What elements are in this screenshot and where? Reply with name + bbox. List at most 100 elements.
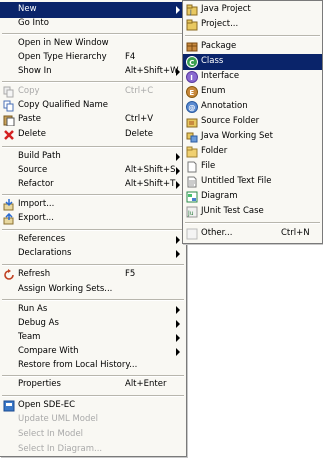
menu-item-export[interactable]: Export... [0,211,186,227]
menu-item-select-in-model[interactable]: Select In Model [0,427,186,443]
submenu-item-java-project[interactable]: J Java Project [183,2,322,18]
enum-icon: E [186,86,198,98]
java-project-icon: J [186,4,198,16]
menu-item-declarations[interactable]: Declarations [0,246,186,262]
sde-icon [3,400,15,412]
menu-item-label: Diagram [201,191,238,201]
submenu-arrow-icon [176,306,180,314]
submenu-item-package[interactable]: Package [183,39,322,55]
shortcut-label: Ctrl+C [125,86,154,96]
menu-item-label: Interface [201,71,240,81]
menu-separator [2,229,184,231]
menu-item-go-into[interactable]: Go Into [0,16,186,32]
menu-item-label: Assign Working Sets... [18,284,113,294]
menu-item-label: Properties [18,379,61,389]
menu-item-label: Open in New Window [18,38,109,48]
menu-item-select-in-diagram[interactable]: Select In Diagram... [0,442,186,458]
svg-text:J: J [189,9,192,16]
menu-item-label: References [18,234,66,244]
menu-item-label: Restore from Local History... [18,360,138,370]
menu-item-label: Untitled Text File [201,176,272,186]
menu-item-label: Other... [201,228,233,238]
menu-item-label: Paste [18,114,41,124]
menu-item-show-in[interactable]: Show In Alt+Shift+W [0,64,186,80]
submenu-item-interface[interactable]: I Interface [183,69,322,85]
shortcut-label: Alt+Enter [125,379,167,389]
menu-item-label: Class [201,56,224,66]
menu-item-assign-working-sets[interactable]: Assign Working Sets... [0,282,186,298]
menu-item-label: Delete [18,129,46,139]
menu-item-paste[interactable]: Paste Ctrl+V [0,112,186,128]
menu-item-label: Package [201,41,237,51]
submenu-item-enum[interactable]: E Enum [183,84,322,100]
menu-separator [2,81,184,83]
copy-icon [3,86,15,98]
menu-item-label: Source [18,165,48,175]
menu-item-label: JUnit Test Case [201,206,264,216]
submenu-arrow-icon [176,236,180,244]
menu-item-label: Refresh [18,269,51,279]
menu-separator [185,35,320,37]
menu-item-label: Java Working Set [201,131,273,141]
junit-icon: Ju [186,206,198,218]
export-icon [3,212,15,225]
menu-separator [2,194,184,196]
menu-item-label: Copy [18,86,40,96]
shortcut-label: Alt+Shift+W [125,66,179,76]
submenu-item-untitled-text-file[interactable]: Untitled Text File [183,174,322,190]
submenu-item-junit-test-case[interactable]: Ju JUnit Test Case [183,204,322,220]
svg-text:E: E [189,89,194,97]
menu-item-label: Refactor [18,179,54,189]
submenu-item-other[interactable]: Other... Ctrl+N [183,226,322,242]
submenu-item-java-working-set[interactable]: Java Working Set [183,129,322,145]
menu-item-label: Team [18,332,41,342]
menu-separator [2,146,184,148]
submenu-item-folder[interactable]: Folder [183,144,322,160]
menu-item-label: Java Project [201,4,251,14]
submenu-item-source-folder[interactable]: Source Folder [183,114,322,130]
submenu-item-project[interactable]: Project... [183,17,322,33]
submenu-item-class[interactable]: C Class [183,54,322,70]
svg-text:Ju: Ju [187,210,194,217]
interface-icon: I [186,71,198,83]
menu-item-delete[interactable]: Delete Delete [0,127,186,143]
context-menu: New Go Into Open in New Window Open Type… [0,0,187,457]
menu-separator [185,222,320,224]
class-icon: C [186,56,198,68]
submenu-arrow-icon [176,334,180,342]
menu-item-label: Compare With [18,346,79,356]
menu-item-refactor[interactable]: Refactor Alt+Shift+T [0,177,186,193]
menu-item-label: Annotation [201,101,248,111]
submenu-arrow-icon [176,250,180,258]
menu-item-label: Folder [201,146,228,156]
menu-item-restore-local-history[interactable]: Restore from Local History... [0,358,186,374]
menu-item-update-uml-model[interactable]: Update UML Model [0,412,186,428]
submenu-item-diagram[interactable]: Diagram [183,189,322,205]
menu-item-properties[interactable]: Properties Alt+Enter [0,377,186,393]
submenu-arrow-icon [176,320,180,328]
submenu-arrow-icon [176,167,180,175]
menu-item-label: Declarations [18,248,72,258]
submenu-item-file[interactable]: File [183,159,322,175]
copy-icon [3,100,15,112]
shortcut-label: Delete [125,129,153,139]
svg-text:C: C [189,59,194,67]
menu-item-label: Build Path [18,151,61,161]
menu-separator [2,264,184,266]
shortcut-label: Alt+Shift+S [125,165,176,175]
menu-item-refresh[interactable]: Refresh F5 [0,267,186,283]
menu-item-label: Open SDE-EC [18,400,76,410]
new-submenu: J Java Project Project... Package C Clas… [182,0,323,244]
menu-item-label: Debug As [18,318,59,328]
menu-item-label: Select In Diagram... [18,444,103,454]
submenu-arrow-icon [176,348,180,356]
submenu-item-annotation[interactable]: @ Annotation [183,99,322,115]
menu-separator [2,33,184,35]
diagram-icon [186,191,198,203]
menu-item-label: Update UML Model [18,414,98,424]
working-set-icon [186,131,198,143]
menu-item-label: Select In Model [18,429,84,439]
menu-item-label: Open Type Hierarchy [18,52,107,62]
svg-text:I: I [190,74,193,82]
import-icon [3,199,15,211]
